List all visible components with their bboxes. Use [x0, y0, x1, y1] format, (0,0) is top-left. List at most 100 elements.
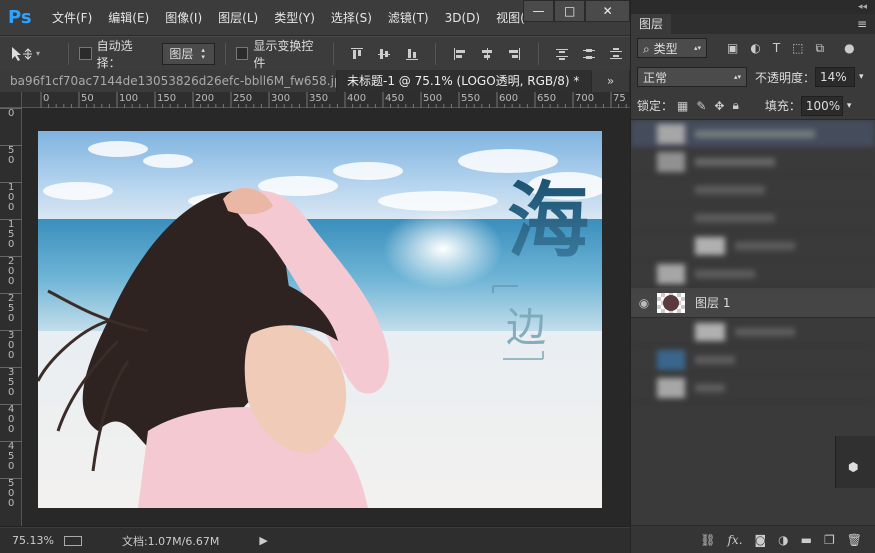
tab-jpg-document[interactable]: ba96f1cf70ac7144de13053826d26efc-bbll6M_…	[0, 70, 337, 92]
menu-select[interactable]: 选择(S)	[323, 0, 380, 36]
divider	[435, 42, 437, 65]
divider	[537, 42, 539, 65]
zoom-level[interactable]: 75.13%	[12, 534, 54, 547]
menu-3d[interactable]: 3D(D)	[437, 0, 488, 36]
document-canvas[interactable]: 海 边	[38, 131, 602, 508]
close-button[interactable]: ✕	[585, 0, 631, 22]
trash-icon[interactable]: 🗑︎	[847, 533, 862, 547]
filter-kind-dropdown[interactable]: ⌕ 类型 ▴▾	[637, 38, 707, 58]
tab-untitled-1[interactable]: 未标题-1 @ 75.1% (LOGO透明, RGB/8) * ✕	[337, 70, 592, 92]
collapse-panels-icon[interactable]: ◂◂	[858, 2, 867, 12]
document-size: 文档:1.07M/6.67M	[121, 534, 220, 548]
align-bottom-icon[interactable]	[401, 43, 422, 65]
minimize-button[interactable]: —	[523, 0, 555, 22]
ruler-label: 200	[195, 93, 215, 104]
opacity-input[interactable]: 14%	[815, 67, 856, 87]
fx-icon[interactable]: fx.	[727, 533, 742, 547]
layer-row-active[interactable]: ◉ 图层 1	[631, 288, 875, 318]
align-vcenter-icon[interactable]	[374, 43, 395, 65]
filter-shape-icon[interactable]: ⬚	[792, 41, 803, 55]
ruler-label: 650	[537, 93, 557, 104]
menu-file[interactable]: 文件(F)	[44, 0, 100, 36]
lock-label: 锁定：	[637, 99, 674, 113]
horizontal-ruler[interactable]: 0 50 100 150 200 250 300 350 400 450 500 550 600 650 7…	[22, 92, 630, 108]
layer-row[interactable]	[631, 120, 875, 148]
blend-mode-dropdown[interactable]: 正常 ▴▾	[637, 67, 747, 87]
folder-icon[interactable]: ▬	[801, 533, 812, 547]
filter-type-icon[interactable]: T	[773, 41, 780, 55]
fill-input[interactable]: 100%	[800, 95, 843, 116]
beach-photo-image: 海 边	[38, 131, 602, 508]
menu-image[interactable]: 图像(I)	[157, 0, 210, 36]
show-transform-checkbox[interactable]	[235, 47, 249, 60]
divider	[332, 42, 334, 65]
blend-mode-value: 正常	[643, 70, 668, 85]
layer-name[interactable]: 图层 1	[695, 294, 730, 311]
auto-select-target-dropdown[interactable]: 图层 ▴ ▾	[162, 42, 215, 65]
menu-filter[interactable]: 滤镜(T)	[380, 0, 437, 36]
visibility-eye-icon[interactable]: ◉	[631, 296, 657, 310]
filter-smart-object-icon[interactable]: ⧉	[816, 41, 825, 56]
panel-menu-icon[interactable]: ≡	[857, 17, 867, 31]
menu-layer[interactable]: 图层(L)	[210, 0, 266, 36]
align-left-icon[interactable]	[449, 43, 470, 65]
layer-row[interactable]	[631, 374, 875, 402]
blend-row: 正常 ▴▾ 不透明度： 14% ▾	[631, 62, 875, 92]
layer-filter-row: ⌕ 类型 ▴▾ ▣ ◐ T ⬚ ⧉ ●	[631, 34, 875, 62]
layer-row[interactable]	[631, 176, 875, 204]
fill-arrow-icon[interactable]: ▾	[847, 101, 852, 111]
layer-row[interactable]	[631, 232, 875, 260]
filter-kind-value: 类型	[653, 41, 678, 56]
tab-overflow-button[interactable]: »	[592, 70, 630, 92]
filter-pixel-icon[interactable]: ▣	[727, 41, 738, 55]
3d-cube-icon[interactable]: ⬢	[848, 460, 858, 474]
ruler-label: 600	[499, 93, 519, 104]
calligraphy-side-char: 边	[506, 305, 546, 351]
vertical-ruler[interactable]: 0 5 0 1 0 0 1 5 0 2 0 0 2 5 0 3 0 0 3 5 0 4 0 0 4…	[0, 108, 22, 526]
ruler-label: 2 5 0	[8, 293, 15, 324]
layer-row[interactable]	[631, 346, 875, 374]
distribute-bottom-icon[interactable]	[606, 43, 627, 65]
lock-image-icon[interactable]: ✎	[696, 99, 706, 113]
ruler-label: 1 0 0	[8, 182, 15, 213]
layer-row[interactable]	[631, 318, 875, 346]
distribute-vcenter-icon[interactable]	[579, 43, 600, 65]
align-top-icon[interactable]	[347, 43, 368, 65]
distribute-top-icon[interactable]	[552, 43, 573, 65]
auto-select-checkbox[interactable]	[79, 47, 92, 60]
search-icon: ⌕	[643, 41, 650, 56]
adjustment-icon[interactable]: ◑	[778, 533, 788, 547]
ruler-label: 500	[423, 93, 443, 104]
layer-row[interactable]	[631, 148, 875, 176]
ruler-label: 3 0 0	[8, 330, 15, 361]
tab-layers[interactable]: 图层	[631, 14, 672, 34]
ruler-label: 4 5 0	[8, 441, 15, 472]
options-bar: ▾ 自动选择： 图层 ▴ ▾ 显示变换控件	[0, 36, 630, 70]
move-tool-icon[interactable]: ▾	[10, 46, 58, 62]
menu-type[interactable]: 类型(Y)	[266, 0, 323, 36]
ruler-label: 450	[385, 93, 405, 104]
align-right-icon[interactable]	[503, 43, 524, 65]
opacity-arrow-icon[interactable]: ▾	[859, 72, 864, 82]
menu-edit[interactable]: 编辑(E)	[100, 0, 157, 36]
layer-row[interactable]	[631, 260, 875, 288]
align-hcenter-icon[interactable]	[476, 43, 497, 65]
filter-toggle-icon[interactable]: ●	[844, 41, 854, 55]
dropdown-arrows-icon: ▴▾	[733, 73, 741, 81]
status-info-icon[interactable]	[63, 535, 82, 546]
lock-transparent-icon[interactable]: ▦	[677, 99, 688, 113]
ruler-label: 4 0 0	[8, 404, 15, 435]
filter-adjustment-icon[interactable]: ◐	[750, 41, 760, 55]
lock-all-icon[interactable]: 🔒︎	[732, 98, 738, 113]
maximize-button[interactable]: □	[554, 0, 586, 22]
lock-position-icon[interactable]: ✥	[714, 99, 724, 113]
ruler-label: 1 5 0	[8, 219, 15, 250]
new-layer-icon[interactable]: ❐	[824, 533, 835, 547]
mask-icon[interactable]: ◙	[755, 533, 767, 547]
ruler-label: 5 0 0	[8, 478, 15, 509]
layer-row[interactable]	[631, 204, 875, 232]
ruler-label: 0	[43, 93, 50, 104]
link-icon[interactable]: ⛓	[700, 533, 715, 547]
ruler-label: 250	[233, 93, 253, 104]
status-menu-arrow-icon[interactable]: ▶	[259, 534, 267, 547]
